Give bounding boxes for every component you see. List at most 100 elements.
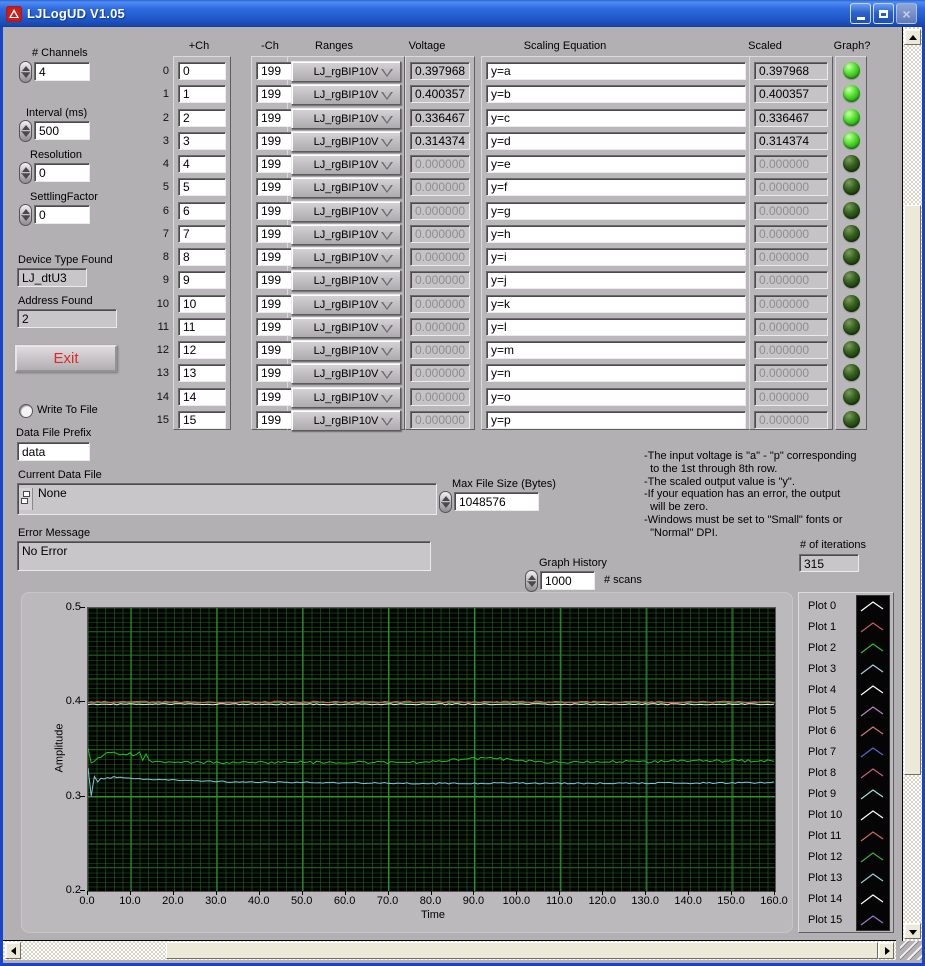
title-bar[interactable]: LJLogUD V1.05 × [0, 0, 925, 27]
range-dropdown[interactable]: LJ_rgBIP10V [291, 224, 401, 245]
graph-led[interactable] [843, 364, 860, 381]
data-file-prefix-input[interactable]: data [17, 442, 90, 461]
decrement-icon[interactable] [442, 503, 450, 508]
graph-led[interactable] [843, 295, 860, 312]
graph-history-spinner[interactable] [525, 570, 538, 592]
increment-icon[interactable] [22, 209, 30, 214]
graph-led[interactable] [843, 202, 860, 219]
window-resize-grip[interactable] [900, 941, 922, 960]
legend-item[interactable]: Plot 14 [799, 889, 895, 910]
range-dropdown[interactable]: LJ_rgBIP10V [291, 387, 401, 408]
resolution-spinner[interactable] [19, 162, 32, 184]
legend-item[interactable]: Plot 9 [799, 784, 895, 805]
horizontal-scrollbar-thumb[interactable] [166, 942, 878, 959]
legend-item[interactable]: Plot 7 [799, 742, 895, 763]
increment-icon[interactable] [22, 66, 30, 71]
decrement-icon[interactable] [22, 216, 30, 221]
scaling-equation-input[interactable]: y=f [486, 178, 746, 196]
range-dropdown[interactable]: LJ_rgBIP10V [291, 108, 401, 129]
channels-input[interactable]: 4 [34, 62, 90, 81]
increment-icon[interactable] [22, 167, 30, 172]
pos-ch-input[interactable]: 11 [178, 318, 226, 336]
max-file-size-input[interactable]: 1048576 [454, 492, 539, 511]
settling-factor-input[interactable]: 0 [34, 205, 90, 224]
plot-area[interactable] [87, 607, 776, 892]
decrement-icon[interactable] [22, 73, 30, 78]
range-dropdown[interactable]: LJ_rgBIP10V [291, 201, 401, 222]
legend-item[interactable]: Plot 3 [799, 659, 895, 680]
range-dropdown[interactable]: LJ_rgBIP10V [291, 247, 401, 268]
increment-icon[interactable] [442, 496, 450, 501]
scaling-equation-input[interactable]: y=a [486, 62, 746, 80]
range-dropdown[interactable]: LJ_rgBIP10V [291, 154, 401, 175]
interval-spinner[interactable] [19, 120, 32, 142]
pos-ch-input[interactable]: 5 [178, 178, 226, 196]
pos-ch-input[interactable]: 10 [178, 295, 226, 313]
range-dropdown[interactable]: LJ_rgBIP10V [291, 177, 401, 198]
decrement-icon[interactable] [22, 174, 30, 179]
graph-led[interactable] [843, 411, 860, 428]
scaling-equation-input[interactable]: y=c [486, 109, 746, 127]
scroll-up-button[interactable] [904, 29, 921, 45]
pos-ch-input[interactable]: 9 [178, 271, 226, 289]
graph-led[interactable] [843, 388, 860, 405]
legend-item[interactable]: Plot 0 [799, 596, 895, 617]
range-dropdown[interactable]: LJ_rgBIP10V [291, 340, 401, 361]
scaling-equation-input[interactable]: y=e [486, 155, 746, 173]
pos-ch-input[interactable]: 2 [178, 109, 226, 127]
range-dropdown[interactable]: LJ_rgBIP10V [291, 84, 401, 105]
graph-led[interactable] [843, 271, 860, 288]
legend-item[interactable]: Plot 4 [799, 680, 895, 701]
graph-led[interactable] [843, 178, 860, 195]
scroll-right-button[interactable] [878, 942, 894, 959]
minimize-button[interactable] [850, 3, 871, 24]
legend-item[interactable]: Plot 10 [799, 805, 895, 826]
graph-history-input[interactable]: 1000 [540, 571, 595, 590]
legend-item[interactable]: Plot 5 [799, 701, 895, 722]
scroll-down-button[interactable] [904, 923, 921, 939]
pos-ch-input[interactable]: 6 [178, 202, 226, 220]
legend-item[interactable]: Plot 13 [799, 868, 895, 889]
range-dropdown[interactable]: LJ_rgBIP10V [291, 61, 401, 82]
scaling-equation-input[interactable]: y=n [486, 364, 746, 382]
scaling-equation-input[interactable]: y=g [486, 202, 746, 220]
graph-led[interactable] [843, 109, 860, 126]
settling-factor-spinner[interactable] [19, 204, 32, 226]
graph-led[interactable] [843, 225, 860, 242]
legend-item[interactable]: Plot 8 [799, 763, 895, 784]
scaling-equation-input[interactable]: y=p [486, 411, 746, 429]
scaling-equation-input[interactable]: y=l [486, 318, 746, 336]
range-dropdown[interactable]: LJ_rgBIP10V [291, 131, 401, 152]
horizontal-scrollbar[interactable] [3, 940, 896, 960]
legend-item[interactable]: Plot 11 [799, 826, 895, 847]
vertical-scrollbar[interactable] [902, 27, 922, 941]
pos-ch-input[interactable]: 8 [178, 248, 226, 266]
pos-ch-input[interactable]: 4 [178, 155, 226, 173]
decrement-icon[interactable] [22, 132, 30, 137]
pos-ch-input[interactable]: 12 [178, 341, 226, 359]
graph-led[interactable] [843, 62, 860, 79]
path-browse-icon[interactable] [19, 488, 33, 510]
legend-item[interactable]: Plot 6 [799, 721, 895, 742]
vertical-scrollbar-thumb[interactable] [904, 205, 921, 775]
scaling-equation-input[interactable]: y=i [486, 248, 746, 266]
scroll-left-button[interactable] [5, 942, 21, 959]
pos-ch-input[interactable]: 7 [178, 225, 226, 243]
pos-ch-input[interactable]: 1 [178, 85, 226, 103]
range-dropdown[interactable]: LJ_rgBIP10V [291, 317, 401, 338]
channels-spinner[interactable] [19, 61, 32, 83]
scaling-equation-input[interactable]: y=h [486, 225, 746, 243]
pos-ch-input[interactable]: 0 [178, 62, 226, 80]
graph-led[interactable] [843, 132, 860, 149]
graph-led[interactable] [843, 318, 860, 335]
range-dropdown[interactable]: LJ_rgBIP10V [291, 270, 401, 291]
decrement-icon[interactable] [528, 582, 536, 587]
graph-led[interactable] [843, 85, 860, 102]
pos-ch-input[interactable]: 14 [178, 388, 226, 406]
legend-item[interactable]: Plot 1 [799, 617, 895, 638]
pos-ch-input[interactable]: 3 [178, 132, 226, 150]
maximize-button[interactable] [873, 3, 894, 24]
max-file-size-spinner[interactable] [439, 491, 452, 513]
scaling-equation-input[interactable]: y=m [486, 341, 746, 359]
increment-icon[interactable] [22, 125, 30, 130]
